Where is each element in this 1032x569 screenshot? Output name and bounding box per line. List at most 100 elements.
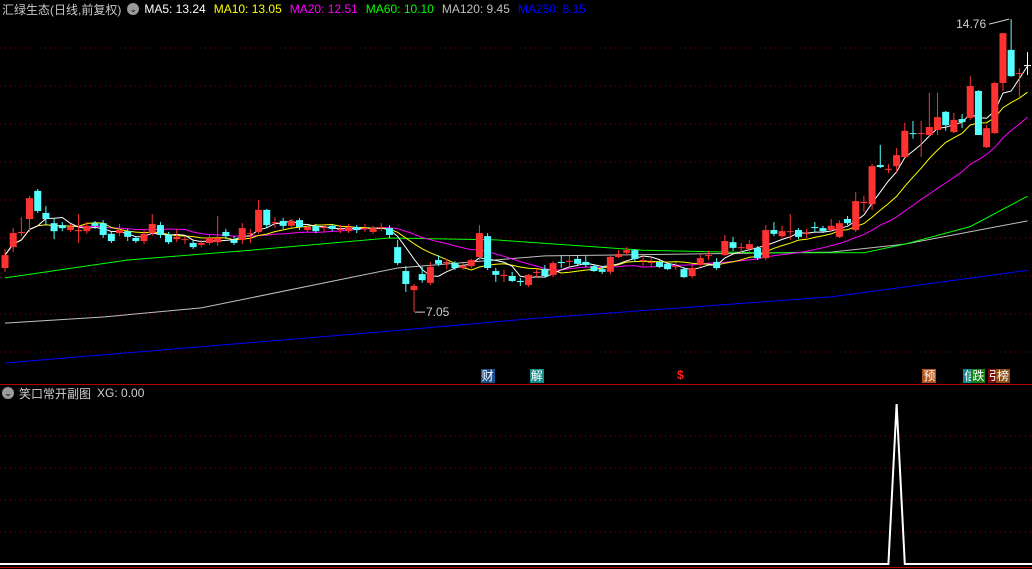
candle-body (737, 247, 745, 249)
candle-body (124, 231, 132, 237)
candle-body (75, 230, 83, 232)
candle-body (934, 117, 942, 131)
candle-body (590, 266, 598, 272)
candle-body (516, 280, 524, 283)
candle-body (246, 233, 254, 235)
candle-body (696, 258, 704, 265)
candle-body (1015, 73, 1023, 75)
candle-body (443, 261, 451, 264)
candle-body (500, 274, 508, 276)
candle-body (606, 257, 614, 272)
candle-body (803, 233, 811, 235)
candle-body (435, 260, 443, 264)
candle-body (426, 266, 434, 283)
candle-body (410, 285, 418, 291)
candle-body (999, 33, 1007, 83)
candle-body (320, 226, 328, 229)
candle-body (615, 253, 622, 257)
candle-body (336, 228, 344, 231)
event-marker[interactable]: $ (677, 368, 684, 382)
arrow-icon (989, 18, 1010, 25)
candle-body (369, 228, 377, 232)
candle-body (484, 236, 492, 269)
xg-signal-line (0, 403, 1032, 565)
candle-body (819, 228, 827, 232)
candle-body (328, 225, 336, 229)
candle-body (770, 230, 778, 234)
event-marker[interactable]: 解 (529, 369, 544, 383)
candle-body (255, 209, 263, 232)
candle-body (582, 261, 590, 265)
event-marker[interactable]: 预 (922, 369, 937, 383)
candle-body (631, 250, 639, 259)
candle-body (1, 255, 9, 269)
candle-body (786, 231, 794, 233)
candle-body (17, 231, 25, 234)
candle-body (966, 86, 974, 118)
candle-body (623, 250, 631, 253)
candle-body (197, 242, 205, 245)
event-marker[interactable]: 榜 (995, 369, 1010, 383)
candle-body (565, 260, 573, 262)
candle-body (541, 269, 549, 276)
candle-body (459, 266, 467, 269)
candle-body (238, 228, 246, 240)
candle-body (835, 223, 843, 237)
chevron-down-icon[interactable]: ⌄ (2, 387, 14, 399)
candle-body (402, 271, 410, 284)
high-price-label: 14.76 (956, 17, 987, 32)
candle-body (50, 223, 58, 232)
candle-body (533, 271, 541, 273)
candle-body (1007, 49, 1015, 77)
candle-body (958, 119, 966, 123)
candle-body (664, 263, 672, 270)
candle-body (508, 276, 516, 281)
candle-body (868, 166, 876, 205)
candle-body (688, 268, 696, 276)
candle-body (156, 225, 164, 235)
candle-body (983, 128, 991, 148)
candle-body (42, 212, 50, 219)
candle-body (525, 274, 533, 286)
candle-body (304, 226, 312, 231)
candle-body (83, 225, 91, 232)
candle-body (598, 269, 606, 272)
candle-body (132, 238, 140, 242)
candle-body (345, 226, 353, 232)
candle-body (287, 220, 295, 226)
candle-body (991, 82, 999, 134)
candle-body (574, 258, 582, 264)
candle-body (58, 225, 66, 229)
ma-line-ma250 (4, 269, 1028, 364)
candle-body (148, 223, 156, 234)
candle-body (107, 233, 115, 242)
candle-body (974, 90, 982, 136)
low-price-label: 7.05 (426, 305, 450, 320)
candle-body (827, 225, 835, 231)
candle-body (475, 233, 483, 257)
candle-body (467, 260, 475, 267)
candle-body (279, 220, 287, 226)
candle-body (173, 236, 181, 240)
candle-body (852, 201, 860, 231)
candle-body (647, 261, 655, 264)
candle-body (901, 130, 909, 158)
candle-body (745, 244, 753, 250)
candle-body (418, 274, 426, 281)
candle-body (794, 230, 802, 237)
candle-body (140, 233, 148, 242)
event-marker[interactable]: 跌 (971, 369, 986, 383)
event-marker[interactable]: 财 (480, 369, 495, 383)
candle-body (778, 231, 786, 237)
candle-body (942, 111, 950, 126)
candle-body (271, 222, 279, 224)
candle-body (925, 127, 933, 136)
candle-body (9, 233, 17, 248)
candle-body (860, 201, 868, 204)
kline-chart[interactable] (0, 0, 1032, 569)
candle-body (672, 266, 680, 268)
candle-body (655, 261, 663, 267)
candle-body (729, 242, 737, 248)
candle-body (893, 155, 901, 167)
candle-body (66, 226, 74, 231)
